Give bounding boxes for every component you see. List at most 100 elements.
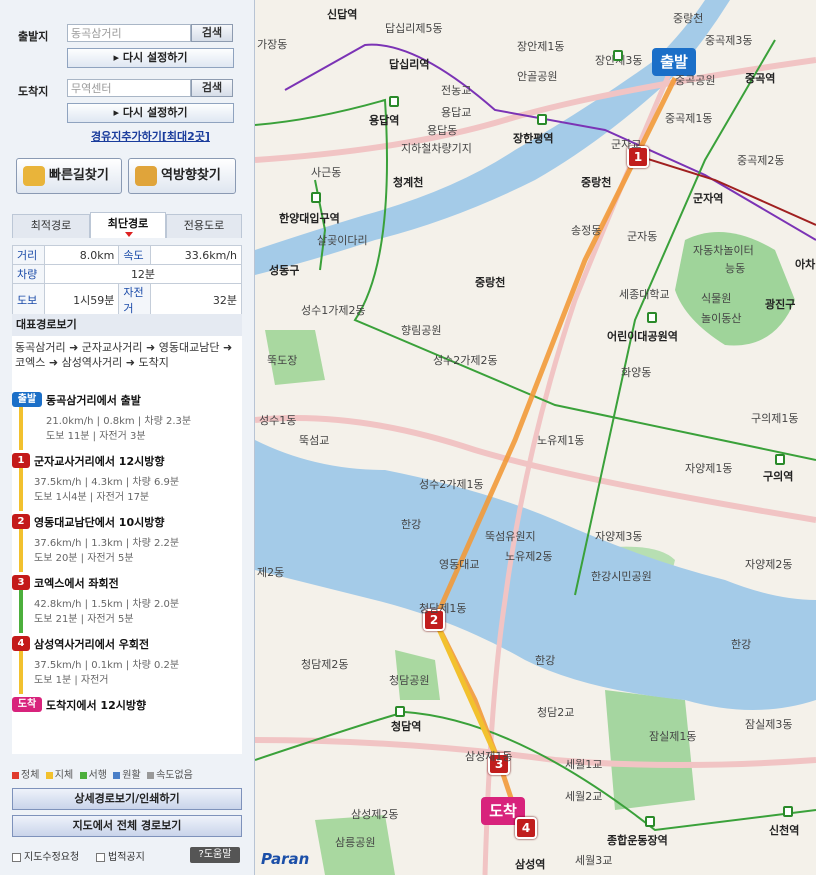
map-label: 놀이동산 [701, 312, 742, 325]
reverse-route-label: 역방향찾기 [161, 168, 221, 183]
reverse-icon [135, 166, 157, 186]
map-label: 중곡공원 [675, 74, 716, 87]
map-label: 자양제2동 [745, 558, 793, 571]
subway-line [255, 710, 816, 832]
map-label: 성동구 [269, 264, 300, 277]
route-segment-arrow [19, 589, 23, 633]
subway-station-icon [775, 454, 785, 465]
map-label: 청담2교 [537, 706, 575, 719]
map-label: 용답교 [441, 106, 472, 119]
map-label: 청담제2동 [301, 658, 349, 671]
map-label: 한강 [401, 518, 422, 531]
help-button[interactable]: ?도움말 [190, 847, 240, 863]
map-label: 자양제3동 [595, 530, 643, 543]
map-label: 장안제1동 [517, 40, 565, 53]
tab-shortest[interactable]: 최단경로 [90, 212, 166, 238]
end-badge: 도착 [12, 697, 42, 712]
map-label: 지하철차량기지 [401, 142, 472, 155]
map-label: 중곡역 [745, 72, 776, 85]
route-panel: 출발지 동곡삼거리 검색 ▸ 다시 설정하기 도착지 무역센터 검색 ▸ 다시 … [0, 0, 255, 875]
map-label: 청담공원 [389, 674, 430, 687]
detail-print-button[interactable]: 상세경로보기/인쇄하기 [12, 788, 242, 810]
subway-station-icon [537, 114, 547, 125]
map-view[interactable]: 출발 도착 1 2 3 4 신답역 답십리제5동 중랑천 중곡제3동 가장동 장… [255, 0, 816, 875]
map-label: 세월2교 [565, 790, 603, 803]
map-label: 중랑천 [475, 276, 506, 289]
waypoint-badge: 3 [12, 575, 30, 590]
tab-optimal[interactable]: 최적경로 [12, 214, 90, 238]
subway-station-icon [783, 806, 793, 817]
step-title: 영동대교남단에서 10시방향 [34, 516, 165, 529]
step-title: 군자교사거리에서 12시방향 [34, 455, 165, 468]
route-segment-arrow [19, 467, 23, 511]
waypoint-marker[interactable]: 4 [515, 817, 537, 839]
step-detail: 도보 20분 | 자전거 5분 [34, 553, 134, 564]
origin-reset-button[interactable]: ▸ 다시 설정하기 [67, 48, 234, 68]
map-label: 성수1가제2동 [301, 304, 366, 317]
subway-station-icon [613, 50, 623, 61]
dest-label: 도착지 [18, 85, 49, 98]
map-label: 잠실제3동 [745, 718, 793, 731]
distance-value: 8.0km [43, 245, 120, 265]
map-label: 청담역 [391, 720, 422, 733]
legal-icon [96, 852, 105, 862]
route-stats: 거리 8.0km 속도 33.6km/h 차량 12분 도보 1시59분 자전거… [12, 245, 242, 317]
step-detail: 도보 1분 | 자전거 [34, 675, 109, 686]
start-badge: 출발 [12, 392, 42, 407]
map-label: 신천역 [769, 824, 800, 837]
map-label: 송정동 [571, 224, 602, 237]
walk-value: 1시59분 [43, 283, 120, 317]
fast-route-button[interactable]: 빠른길찾기 [16, 158, 122, 194]
dest-search-button[interactable]: 검색 [191, 79, 233, 97]
search-form: 출발지 동곡삼거리 검색 ▸ 다시 설정하기 도착지 무역센터 검색 ▸ 다시 … [5, 8, 245, 148]
map-label: 군자동 [627, 230, 658, 243]
dest-input[interactable]: 무역센터 [67, 79, 191, 97]
report-icon [12, 852, 21, 862]
subway-station-icon [395, 706, 405, 717]
step-title: 동곡삼거리에서 출발 [46, 394, 141, 407]
walk-label: 도보 [12, 283, 45, 317]
dest-reset-button[interactable]: ▸ 다시 설정하기 [67, 103, 234, 123]
origin-search-button[interactable]: 검색 [191, 24, 233, 42]
map-label: 성수1동 [259, 414, 297, 427]
origin-input[interactable]: 동곡삼거리 [67, 24, 191, 42]
route-detail: 대표경로보기 동곡삼거리 ➜ 군자교사거리 ➜ 영동대교남단 ➜ 코엑스 ➜ 삼… [12, 314, 242, 754]
subway-station-icon [647, 312, 657, 323]
legend-item: 지체 [45, 770, 73, 781]
subway-line [634, 154, 816, 226]
tab-expressway[interactable]: 전용도로 [166, 214, 242, 238]
map-label: 노유제2동 [505, 550, 553, 563]
map-label: 한강 [731, 638, 752, 651]
legal-link[interactable]: 법적공지 [96, 848, 145, 863]
map-label: 신답역 [327, 8, 358, 21]
origin-label: 출발지 [18, 30, 49, 43]
map-label: 뚝도장 [267, 354, 298, 367]
step-detail: 37.5km/h | 4.3km | 차량 6.9분 [34, 477, 180, 488]
legend-item: 속도없음 [147, 770, 193, 781]
map-label: 한강 [535, 654, 556, 667]
full-route-button[interactable]: 지도에서 전체 경로보기 [12, 815, 242, 837]
map-label: 잠실제1동 [649, 730, 697, 743]
add-waypoint-link[interactable]: 경유지추가하기[최대2곳] [91, 128, 210, 144]
map-label: 광진구 [765, 298, 796, 311]
fast-route-label: 빠른길찾기 [49, 168, 109, 183]
tab-shortest-label: 최단경로 [107, 217, 149, 230]
reverse-route-button[interactable]: 역방향찾기 [128, 158, 236, 194]
route-line [432, 618, 503, 767]
car-icon [23, 166, 45, 186]
map-label: 삼릉공원 [335, 836, 376, 849]
speed-value: 33.6km/h [150, 245, 242, 265]
map-label: 중곡제3동 [705, 34, 753, 47]
speed-label: 속도 [118, 245, 152, 265]
map-label: 삼성제1동 [465, 750, 513, 763]
report-link[interactable]: 지도수정요청 [12, 848, 79, 863]
map-label: 사근동 [311, 166, 342, 179]
step-title: 도착지에서 12시방향 [46, 699, 147, 712]
distance-label: 거리 [12, 245, 45, 265]
map-label: 능동 [725, 262, 746, 275]
map-label: 세월1교 [565, 758, 603, 771]
map-label: 노유제1동 [537, 434, 585, 447]
map-brand-logo: Paran [261, 850, 310, 868]
map-label: 제2동 [257, 566, 285, 579]
map-label: 중랑천 [673, 12, 704, 25]
